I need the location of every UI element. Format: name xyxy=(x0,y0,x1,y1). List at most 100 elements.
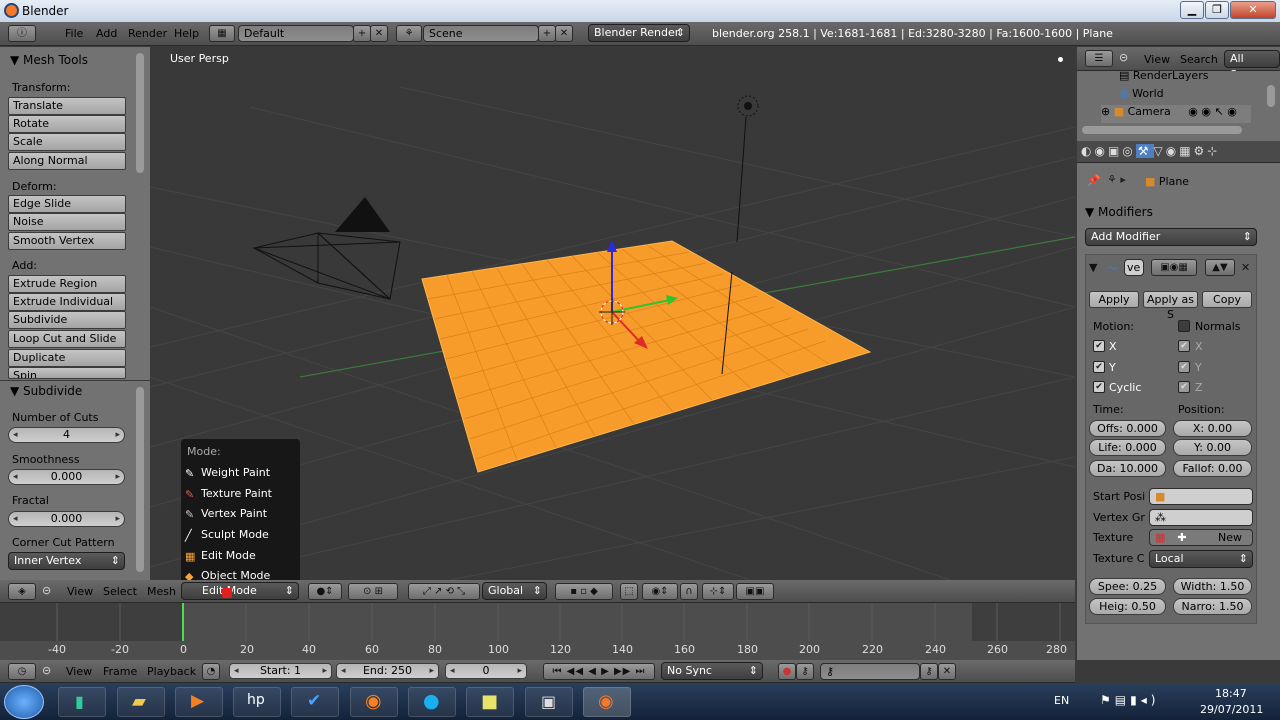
life-field[interactable]: Life: 0.000 xyxy=(1089,439,1166,456)
end-frame-field[interactable]: End: 250 xyxy=(336,663,439,679)
normal-y-checkbox[interactable]: ✔ xyxy=(1178,361,1190,373)
menu-add[interactable]: Add xyxy=(96,27,117,40)
world-item[interactable]: ◍ World xyxy=(1119,87,1164,100)
view3d-menu-view[interactable]: View xyxy=(67,585,93,598)
offset-field[interactable]: Offs: 0.000 xyxy=(1089,420,1166,437)
x-checkbox[interactable]: ✔ xyxy=(1093,340,1105,352)
remove-layout-button[interactable]: ✕ xyxy=(370,25,388,42)
shading-dropdown[interactable]: ●⇕ xyxy=(308,583,342,600)
language-indicator[interactable]: EN xyxy=(1054,694,1069,707)
taskbar-media-icon[interactable]: ▶ xyxy=(175,687,223,717)
collapse-icon[interactable]: ⊝ xyxy=(42,664,51,677)
rotate-button[interactable]: Rotate xyxy=(8,115,126,133)
taskbar-video-icon[interactable]: ▣ xyxy=(525,687,573,717)
view3d-editor-icon[interactable]: ◈ xyxy=(8,583,36,600)
view3d-menu-mesh[interactable]: Mesh xyxy=(147,585,176,598)
spin-button[interactable]: Spin xyxy=(8,367,126,379)
menu-file[interactable]: File xyxy=(65,27,83,40)
edge-slide-button[interactable]: Edge Slide xyxy=(8,195,126,213)
outliner-editor-icon[interactable]: ☰ xyxy=(1085,50,1113,67)
scene-field[interactable]: Scene xyxy=(423,25,539,42)
view3d-menu-select[interactable]: Select xyxy=(103,585,137,598)
texture-field[interactable]: ▦ ✚ New xyxy=(1149,529,1253,546)
collapse-icon[interactable]: ⊝ xyxy=(1119,51,1128,64)
preview-range-icon[interactable]: ◔ xyxy=(202,663,220,680)
toolshelf-scrollbar[interactable] xyxy=(136,53,144,173)
minimize-button[interactable]: ▁ xyxy=(1180,1,1204,19)
outliner-h-scrollbar[interactable] xyxy=(1082,126,1242,134)
mode-texture-paint[interactable]: ✎ Texture Paint xyxy=(181,484,300,504)
render-engine-dropdown[interactable]: Blender Render ⇕ xyxy=(588,24,690,42)
pin-icon[interactable]: 📌 xyxy=(1087,174,1101,187)
sync-dropdown[interactable]: No Sync ⇕ xyxy=(661,662,763,680)
snap-icon[interactable]: ∩ xyxy=(680,583,698,600)
subdivide-panel-header[interactable]: ▼ Subdivide xyxy=(10,384,82,398)
taskbar-folder-icon[interactable]: ▰ xyxy=(117,687,165,717)
vertex-group-field[interactable]: ⁂ xyxy=(1149,509,1253,526)
manipulator-buttons[interactable]: ⤢ ↗ ⟲ ⤡ xyxy=(408,583,480,600)
modifier-move-buttons[interactable]: ▲▼ xyxy=(1205,259,1235,276)
viewport-corner-icon[interactable] xyxy=(1058,57,1063,62)
object-breadcrumb[interactable]: ■ Plane xyxy=(1145,175,1189,188)
start-button[interactable] xyxy=(4,685,44,719)
delete-key-icon[interactable]: ✕ xyxy=(938,663,956,680)
height-field[interactable]: Heig: 0.50 xyxy=(1089,598,1166,615)
narrowness-field[interactable]: Narro: 1.50 xyxy=(1173,598,1252,615)
fractal-field[interactable]: 0.000 xyxy=(8,511,125,527)
outliner-search-menu[interactable]: Search xyxy=(1180,53,1218,66)
start-frame-field[interactable]: Start: 1 xyxy=(229,663,332,679)
record-icon[interactable]: ● xyxy=(778,663,796,680)
renderlayers-item[interactable]: ▤ RenderLayers xyxy=(1119,69,1208,82)
timeline-area[interactable]: -40 -20 0 20 40 60 80 100 120 140 160 18… xyxy=(0,603,1075,660)
outliner-view-menu[interactable]: View xyxy=(1144,53,1170,66)
proportional-edit-dropdown[interactable]: ◉⇕ xyxy=(642,583,678,600)
playback-controls[interactable]: ⏮ ◀◀ ◀ ▶ ▶▶ ⏭ xyxy=(543,663,655,680)
subdivide-scrollbar[interactable] xyxy=(136,387,144,572)
select-mode-buttons[interactable]: ▪ ▫ ◆ xyxy=(555,583,613,600)
normal-z-checkbox[interactable]: ✔ xyxy=(1178,381,1190,393)
loop-cut-button[interactable]: Loop Cut and Slide xyxy=(8,330,126,348)
modifiers-header[interactable]: ▼ Modifiers xyxy=(1085,205,1153,219)
mesh-tools-header[interactable]: ▼ Mesh Tools xyxy=(10,53,88,67)
modifier-name-field[interactable]: ve xyxy=(1124,259,1144,276)
start-position-field[interactable]: ■ xyxy=(1149,488,1253,505)
taskbar-skype-icon[interactable]: ● xyxy=(408,687,456,717)
tray-icons[interactable]: ⚑▤▮◂) xyxy=(1100,693,1159,707)
collapse-icon[interactable]: ⊝ xyxy=(42,584,51,597)
snap-element-dropdown[interactable]: ⊹⇕ xyxy=(702,583,734,600)
mode-sculpt[interactable]: ╱ Sculpt Mode xyxy=(181,525,300,545)
mode-vertex-paint[interactable]: ✎ Vertex Paint xyxy=(181,504,300,524)
mode-weight-paint[interactable]: ✎ Weight Paint xyxy=(181,463,300,483)
extrude-region-button[interactable]: Extrude Region xyxy=(8,275,126,293)
timeline-menu-view[interactable]: View xyxy=(66,665,92,678)
clock-date[interactable]: 29/07/2011 xyxy=(1200,703,1263,716)
mode-edit[interactable]: ▦ Edit Mode xyxy=(181,546,300,566)
pivot-dropdown[interactable]: ⊙ ⊞ xyxy=(348,583,398,600)
insert-key-icon[interactable]: ⚷ xyxy=(920,663,938,680)
damping-field[interactable]: Da: 10.000 xyxy=(1089,460,1166,477)
remove-scene-button[interactable]: ✕ xyxy=(555,25,573,42)
translate-button[interactable]: Translate xyxy=(8,97,126,115)
editor-type-icon[interactable]: ⓘ xyxy=(8,25,36,42)
menu-render[interactable]: Render xyxy=(128,27,167,40)
render-buttons[interactable]: ▣▣ xyxy=(736,583,774,600)
modifier-remove-icon[interactable]: ✕ xyxy=(1241,261,1250,274)
normal-x-checkbox[interactable]: ✔ xyxy=(1178,340,1190,352)
apply-as-shape-button[interactable]: Apply as S xyxy=(1143,291,1198,321)
current-frame-field[interactable]: 0 xyxy=(445,663,527,679)
along-normal-button[interactable]: Along Normal xyxy=(8,152,126,170)
menu-help[interactable]: Help xyxy=(174,27,199,40)
taskbar-blender-icon[interactable]: ◉ xyxy=(583,687,631,717)
speed-field[interactable]: Spee: 0.25 xyxy=(1089,578,1166,595)
noise-button[interactable]: Noise xyxy=(8,213,126,231)
outliner-filter-dropdown[interactable]: All Scenes xyxy=(1224,50,1280,81)
limit-selection-icon[interactable]: ⬚ xyxy=(620,583,638,600)
taskbar-check-icon[interactable]: ✔ xyxy=(291,687,339,717)
smoothness-field[interactable]: 0.000 xyxy=(8,469,125,485)
timeline-menu-frame[interactable]: Frame xyxy=(103,665,137,678)
modifier-expand-icon[interactable]: ▼ xyxy=(1089,261,1097,274)
corner-cut-dropdown[interactable]: Inner Vertex ⇕ xyxy=(8,552,125,570)
timeline-editor-icon[interactable]: ◷ xyxy=(8,663,36,680)
camera-item[interactable]: ⊕ ■ Camera ◉ ◉ ↖ ◉ xyxy=(1101,105,1251,123)
cuts-field[interactable]: 4 xyxy=(8,427,125,443)
